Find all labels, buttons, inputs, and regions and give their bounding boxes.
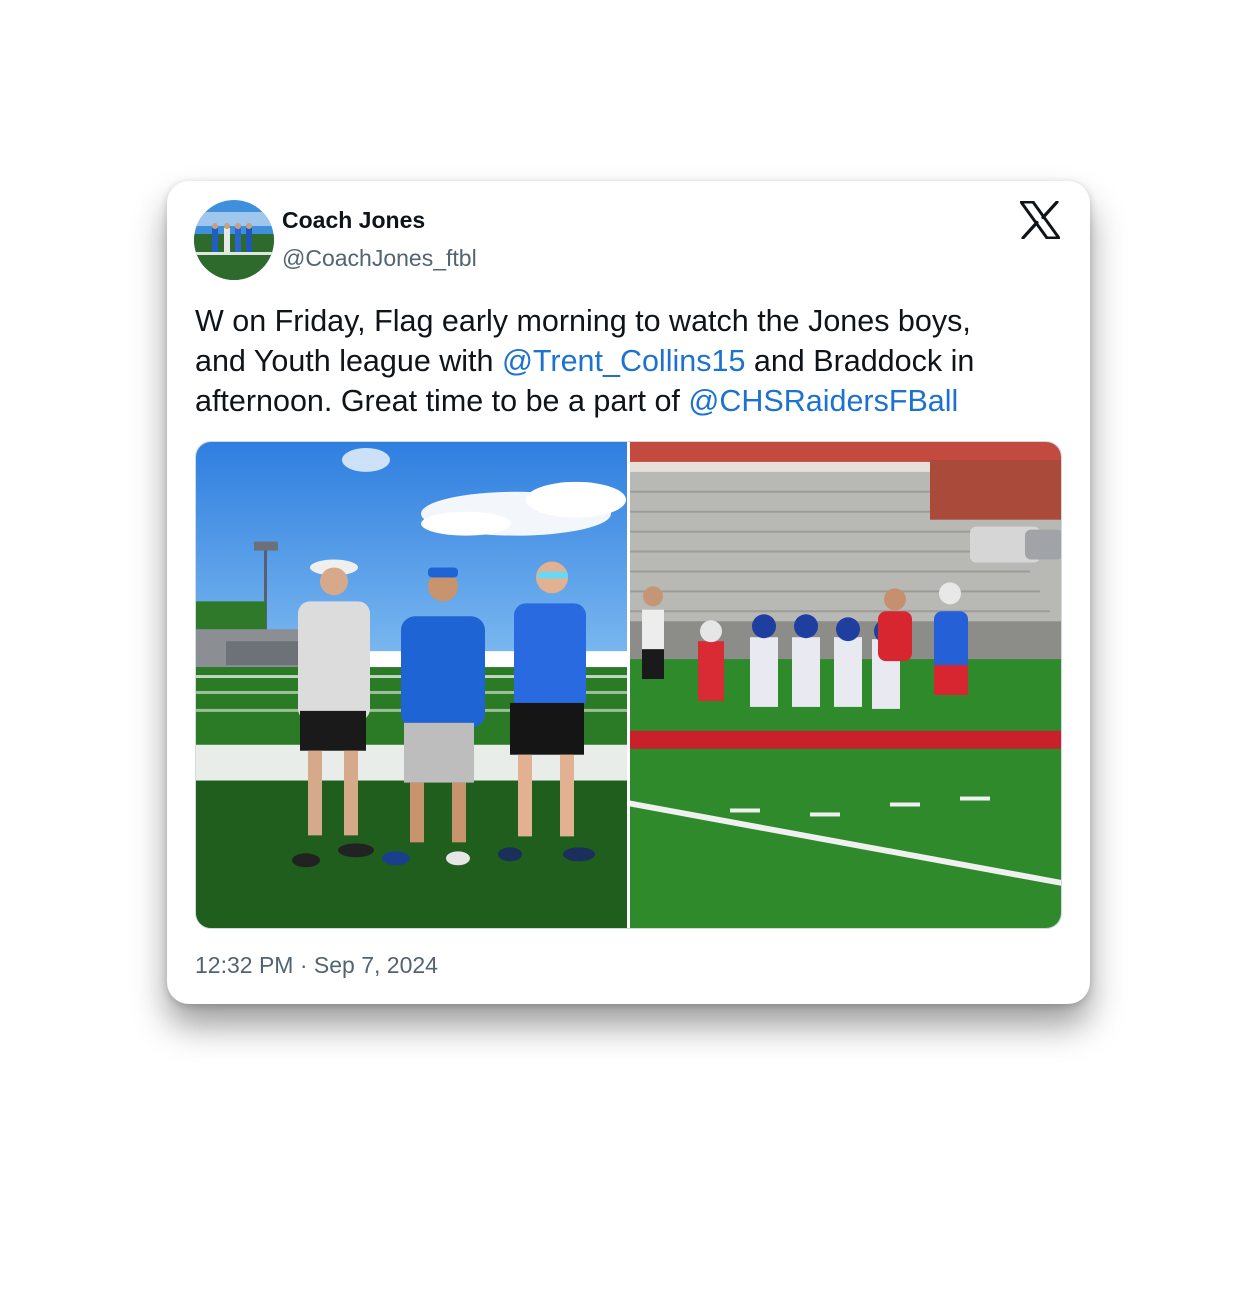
tweet-text-segment: and Youth league with bbox=[195, 344, 502, 378]
tweet-text-segment: W on Friday, Flag early morning to watch… bbox=[195, 304, 971, 338]
avatar[interactable] bbox=[194, 200, 274, 280]
tweet-text-line: afternoon. Great time to be a part of @C… bbox=[195, 381, 1075, 421]
media-grid bbox=[195, 441, 1062, 929]
author-display-name[interactable]: Coach Jones bbox=[282, 207, 425, 234]
mention-link[interactable]: @CHSRaidersFBall bbox=[688, 384, 958, 418]
tweet-text: W on Friday, Flag early morning to watch… bbox=[195, 301, 1075, 421]
author-handle[interactable]: @CoachJones_ftbl bbox=[282, 245, 477, 272]
tweet-text-line: and Youth league with @Trent_Collins15 a… bbox=[195, 341, 1075, 381]
photo-youth-coin-toss[interactable] bbox=[630, 442, 1062, 928]
x-logo-icon[interactable] bbox=[1020, 201, 1060, 239]
tweet-text-segment: afternoon. Great time to be a part of bbox=[195, 384, 689, 418]
tweet-timestamp[interactable]: 12:32 PM · Sep 7, 2024 bbox=[195, 952, 438, 979]
tweet-card: Coach Jones @CoachJones_ftbl W on Friday… bbox=[167, 181, 1090, 1004]
tweet-text-line: W on Friday, Flag early morning to watch… bbox=[195, 301, 1075, 341]
tweet-text-segment: and Braddock in bbox=[745, 344, 975, 378]
mention-link[interactable]: @Trent_Collins15 bbox=[502, 344, 745, 378]
photo-team-staff[interactable] bbox=[196, 442, 627, 928]
